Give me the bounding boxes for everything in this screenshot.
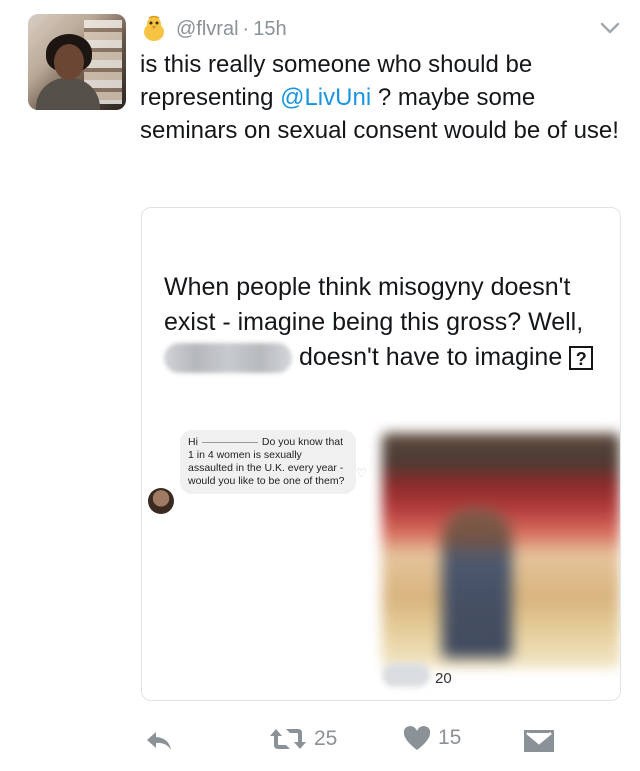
retweet-icon (270, 729, 306, 749)
reply-icon (147, 732, 171, 750)
direct-message-icon (524, 730, 554, 752)
chat-greeting: Hi (188, 436, 198, 448)
retweet-count: 25 (314, 727, 338, 750)
unknown-glyph-box: ? (569, 346, 594, 371)
blurred-caption (382, 663, 430, 687)
chat-heart-icon: ♡ (356, 466, 367, 480)
blurred-name (164, 343, 292, 374)
tweet-timestamp[interactable]: 15h (253, 18, 286, 41)
direct-message-button[interactable] (522, 727, 556, 755)
chick-emoji-icon (144, 15, 164, 41)
tweet-actions: 25 15 (140, 725, 600, 761)
card-text-after: doesn't have to imagine (292, 343, 570, 371)
retweet-button[interactable]: 25 (268, 725, 337, 753)
like-count: 15 (438, 726, 462, 749)
like-button[interactable]: 15 (402, 725, 461, 751)
tweet-header: @flvral · 15h (140, 12, 624, 46)
user-avatar[interactable] (28, 14, 126, 110)
reply-button[interactable] (144, 729, 174, 753)
quoted-card[interactable]: When people think misogyny doesn't exist… (141, 207, 621, 701)
chat-bubble: Hi Do you know that 1 in 4 women is sexua… (180, 430, 356, 494)
photo-count: 20 (435, 670, 452, 687)
card-text: When people think misogyny doesn't exist… (164, 270, 604, 375)
chat-message: Do you know that 1 in 4 women is sexuall… (188, 436, 345, 487)
heart-icon (403, 726, 431, 750)
chat-screenshot: Hi Do you know that 1 in 4 women is sexua… (142, 418, 372, 698)
user-handle[interactable]: @flvral (176, 18, 239, 41)
tweet-text: is this really someone who should be rep… (140, 48, 620, 147)
chat-redaction (201, 441, 258, 443)
chat-avatar (148, 488, 174, 514)
mention-link[interactable]: @LivUni (280, 84, 371, 111)
card-text-before: When people think misogyny doesn't exist… (164, 273, 584, 336)
blurred-photo-person (442, 508, 512, 658)
avatar-face (54, 44, 84, 80)
chevron-down-icon[interactable] (598, 18, 622, 38)
meta-separator: · (242, 17, 250, 40)
